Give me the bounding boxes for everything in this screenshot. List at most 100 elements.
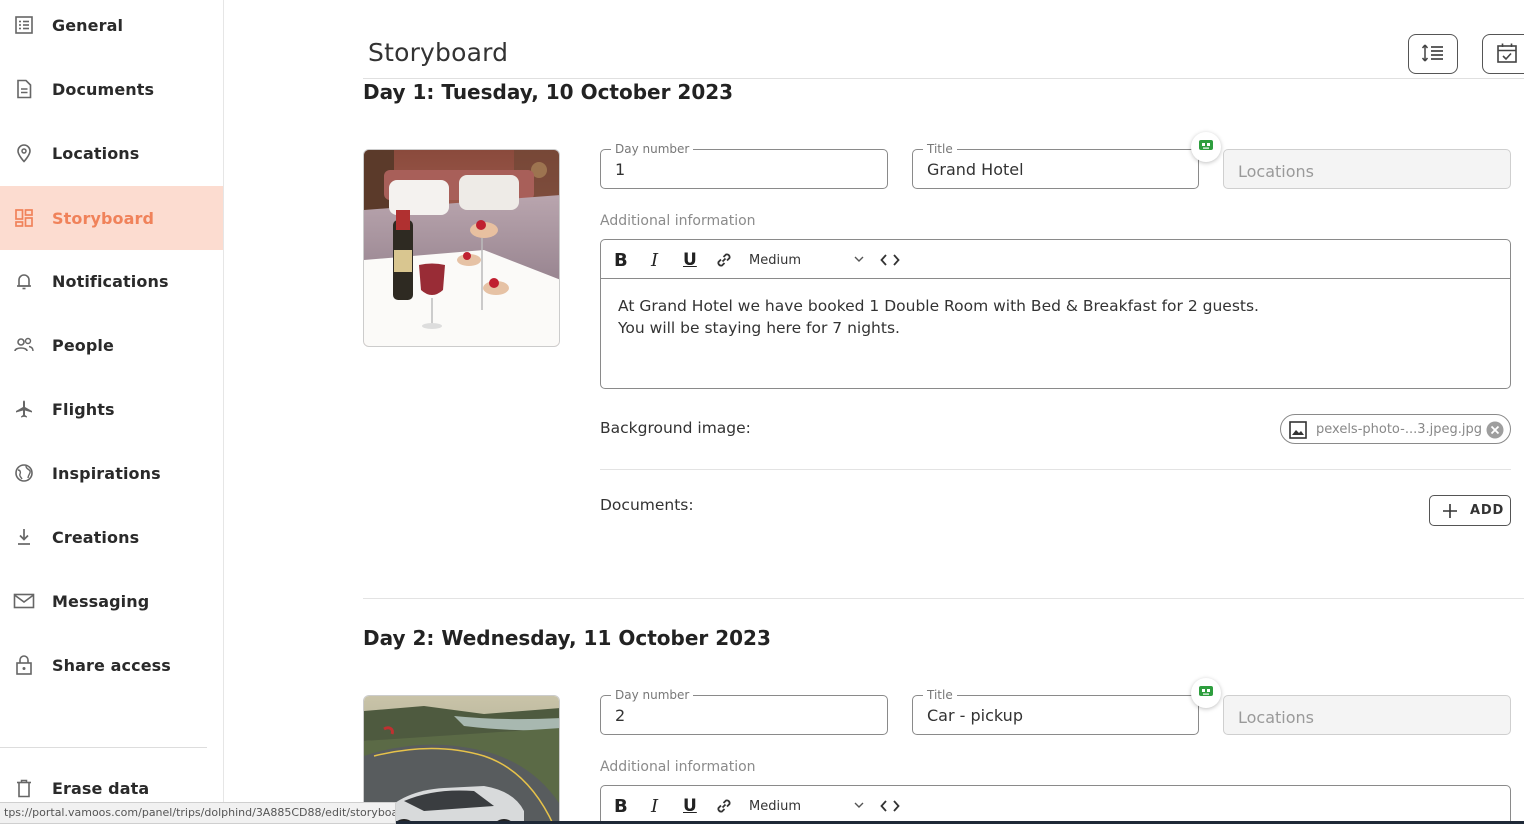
sidebar-item-label: Flights <box>52 399 115 419</box>
sidebar-item-inspirations[interactable]: Inspirations <box>0 441 223 505</box>
font-size-select[interactable]: Medium <box>749 795 867 817</box>
sidebar-item-locations[interactable]: Locations <box>0 121 223 185</box>
day-separator <box>363 598 1524 599</box>
sidebar-item-label: Storyboard <box>52 208 155 228</box>
editor-toolbar: B I U Medium <box>601 786 1510 824</box>
day-number-value: 1 <box>615 160 626 179</box>
day-heading: Day 2: Wednesday, 11 October 2023 <box>363 626 771 650</box>
day-number-value: 2 <box>615 706 626 725</box>
add-document-button[interactable]: ADD <box>1429 495 1511 526</box>
robot-icon <box>1198 138 1214 157</box>
sidebar-item-storyboard[interactable]: Storyboard <box>0 186 223 250</box>
documents-label: Documents: <box>600 496 694 514</box>
lock-icon <box>13 654 35 676</box>
calendar-check-icon <box>1496 42 1518 67</box>
sidebar-item-label: Inspirations <box>52 463 161 483</box>
day-number-field[interactable]: Day number 2 <box>600 688 888 735</box>
page-title: Storyboard <box>368 38 509 67</box>
sidebar-item-label: Documents <box>52 79 155 99</box>
sidebar-item-label: Messaging <box>52 591 150 611</box>
font-size-value: Medium <box>749 798 801 814</box>
locations-placeholder: Locations <box>1238 162 1315 181</box>
title-label: Title <box>923 142 957 156</box>
day-image-hotel[interactable] <box>363 149 560 347</box>
sidebar-item-flights[interactable]: Flights <box>0 377 223 441</box>
editor-content[interactable]: At Grand Hotel we have booked 1 Double R… <box>601 279 1510 355</box>
underline-button[interactable]: U <box>683 795 697 817</box>
sidebar-item-label: Share access <box>52 655 171 675</box>
code-icon[interactable] <box>879 795 901 817</box>
remove-file-icon[interactable] <box>1486 421 1504 444</box>
sidebar-item-people[interactable]: People <box>0 313 223 377</box>
hotel-room-champagne-photo <box>364 150 559 346</box>
font-size-select[interactable]: Medium <box>749 249 867 271</box>
add-label: ADD <box>1470 503 1505 518</box>
status-bar-url: tps://portal.vamoos.com/panel/trips/dolp… <box>0 802 396 824</box>
bold-button[interactable]: B <box>614 249 628 271</box>
sidebar-item-label: People <box>52 335 114 355</box>
sidebar-item-label: Notifications <box>52 271 169 291</box>
day-number-label: Day number <box>611 688 694 702</box>
additional-info-label: Additional information <box>600 213 756 229</box>
airplane-icon <box>13 398 35 420</box>
line-spacing-button[interactable] <box>1408 34 1458 74</box>
bold-button[interactable]: B <box>614 795 628 817</box>
sidebar-item-messaging[interactable]: Messaging <box>0 569 223 633</box>
sidebar-item-creations[interactable]: Creations <box>0 505 223 569</box>
day-heading-date: Tuesday, 10 October 2023 <box>441 80 734 104</box>
ai-assist-button[interactable] <box>1191 678 1221 708</box>
bell-icon <box>13 270 35 292</box>
title-label: Title <box>923 688 957 702</box>
list-icon <box>13 14 35 36</box>
editor-text-line: At Grand Hotel we have booked 1 Double R… <box>618 297 1259 315</box>
title-field[interactable]: Title Car - pickup <box>912 688 1199 735</box>
rich-text-editor[interactable]: B I U Medium <box>600 785 1511 824</box>
ai-assist-button[interactable] <box>1191 132 1221 162</box>
sidebar-item-general[interactable]: General <box>0 0 223 57</box>
image-icon <box>1289 421 1307 444</box>
day-heading: Day 1: Tuesday, 10 October 2023 <box>363 80 733 104</box>
chevron-down-icon <box>853 799 865 815</box>
day-heading-prefix: Day 1: <box>363 80 435 104</box>
sidebar-item-share-access[interactable]: Share access <box>0 633 223 697</box>
background-image-chip[interactable]: pexels-photo-...3.jpeg.jpg <box>1280 414 1511 444</box>
locations-field[interactable]: Locations <box>1223 695 1511 735</box>
background-image-label: Background image: <box>600 419 751 437</box>
people-icon <box>13 334 35 356</box>
rich-text-editor[interactable]: B I U Medium At Grand Hotel we have book… <box>600 239 1511 389</box>
link-icon[interactable] <box>713 249 735 271</box>
header-divider <box>363 78 1524 79</box>
title-value: Car - pickup <box>927 706 1023 725</box>
line-spacing-icon <box>1421 43 1445 66</box>
locations-field[interactable]: Locations <box>1223 149 1511 189</box>
sidebar-item-label: Erase data <box>52 778 150 798</box>
trash-icon <box>13 777 35 799</box>
day-number-label: Day number <box>611 142 694 156</box>
sidebar-item-notifications[interactable]: Notifications <box>0 249 223 313</box>
code-icon[interactable] <box>879 249 901 271</box>
underline-button[interactable]: U <box>683 249 697 271</box>
font-size-value: Medium <box>749 252 801 268</box>
day-heading-prefix: Day 2: <box>363 626 435 650</box>
day-number-field[interactable]: Day number 1 <box>600 142 888 189</box>
sidebar-item-label: Locations <box>52 143 140 163</box>
editor-text-line: You will be staying here for 7 nights. <box>618 319 900 337</box>
location-pin-icon <box>13 142 35 164</box>
title-value: Grand Hotel <box>927 160 1024 179</box>
sidebar-item-documents[interactable]: Documents <box>0 57 223 121</box>
additional-info-label: Additional information <box>600 759 756 775</box>
download-icon <box>13 526 35 548</box>
sidebar-item-label: General <box>52 15 124 35</box>
link-icon[interactable] <box>713 795 735 817</box>
italic-button[interactable]: I <box>651 795 658 817</box>
robot-icon <box>1198 684 1214 703</box>
editor-toolbar: B I U Medium <box>601 240 1510 279</box>
mail-icon <box>13 590 35 612</box>
italic-button[interactable]: I <box>651 249 658 271</box>
plus-icon <box>1442 503 1458 522</box>
title-field[interactable]: Title Grand Hotel <box>912 142 1199 189</box>
calendar-button[interactable] <box>1482 34 1524 74</box>
sidebar-item-label: Creations <box>52 527 140 547</box>
chevron-down-icon <box>853 253 865 269</box>
section-divider <box>600 469 1511 470</box>
